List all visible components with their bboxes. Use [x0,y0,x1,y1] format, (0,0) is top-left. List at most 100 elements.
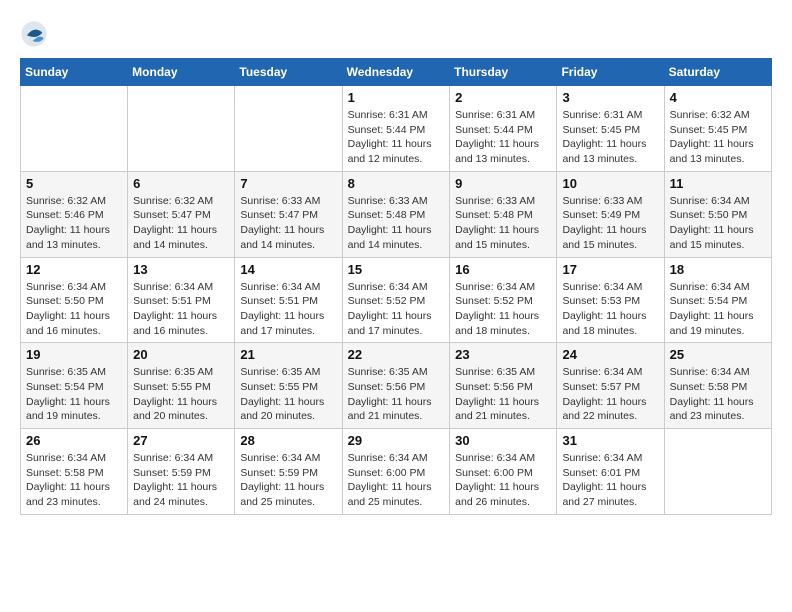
day-info: Sunrise: 6:32 AM Sunset: 5:46 PM Dayligh… [26,194,122,253]
calendar-cell: 19 Sunrise: 6:35 AM Sunset: 5:54 PM Dayli… [21,343,128,429]
calendar-cell: 1Sunrise: 6:31 AM Sunset: 5:44 PM Daylig… [342,86,450,172]
day-number: 4 [670,90,766,105]
calendar-cell: 7 Sunrise: 6:33 AM Sunset: 5:47 PM Daylig… [235,171,342,257]
day-info: Sunrise: 6:34 AM Sunset: 6:00 PM Dayligh… [455,451,551,510]
day-number: 11 [670,176,766,191]
calendar-cell [664,429,771,515]
day-number: 15 [348,262,445,277]
calendar-week-2: 5 Sunrise: 6:32 AM Sunset: 5:46 PM Daylig… [21,171,772,257]
day-info: Sunrise: 6:31 AM Sunset: 5:44 PM Dayligh… [455,108,551,167]
day-info: Sunrise: 6:34 AM Sunset: 5:57 PM Dayligh… [562,365,658,424]
calendar-cell: 30 Sunrise: 6:34 AM Sunset: 6:00 PM Dayli… [450,429,557,515]
day-info: Sunrise: 6:34 AM Sunset: 5:53 PM Dayligh… [562,280,658,339]
logo [20,20,52,48]
day-info: Sunrise: 6:35 AM Sunset: 5:55 PM Dayligh… [240,365,336,424]
day-info: Sunrise: 6:34 AM Sunset: 6:01 PM Dayligh… [562,451,658,510]
day-number: 29 [348,433,445,448]
weekday-header-friday: Friday [557,59,664,86]
day-number: 28 [240,433,336,448]
page-header [20,20,772,48]
day-number: 14 [240,262,336,277]
day-number: 5 [26,176,122,191]
calendar-header-row: SundayMondayTuesdayWednesdayThursdayFrid… [21,59,772,86]
calendar-cell: 8 Sunrise: 6:33 AM Sunset: 5:48 PM Daylig… [342,171,450,257]
weekday-header-monday: Monday [128,59,235,86]
calendar-cell: 27 Sunrise: 6:34 AM Sunset: 5:59 PM Dayli… [128,429,235,515]
day-number: 25 [670,347,766,362]
calendar-cell [235,86,342,172]
calendar-week-4: 19 Sunrise: 6:35 AM Sunset: 5:54 PM Dayli… [21,343,772,429]
calendar-cell: 20Sunrise: 6:35 AM Sunset: 5:55 PM Dayli… [128,343,235,429]
calendar-cell: 6 Sunrise: 6:32 AM Sunset: 5:47 PM Daylig… [128,171,235,257]
day-info: Sunrise: 6:34 AM Sunset: 5:51 PM Dayligh… [240,280,336,339]
weekday-header-tuesday: Tuesday [235,59,342,86]
day-number: 30 [455,433,551,448]
calendar-cell: 9Sunrise: 6:33 AM Sunset: 5:48 PM Daylig… [450,171,557,257]
day-number: 9 [455,176,551,191]
day-info: Sunrise: 6:34 AM Sunset: 5:58 PM Dayligh… [670,365,766,424]
day-number: 6 [133,176,229,191]
day-number: 23 [455,347,551,362]
day-info: Sunrise: 6:34 AM Sunset: 5:59 PM Dayligh… [240,451,336,510]
calendar-cell [128,86,235,172]
day-number: 26 [26,433,122,448]
day-info: Sunrise: 6:35 AM Sunset: 5:56 PM Dayligh… [348,365,445,424]
calendar-cell: 11 Sunrise: 6:34 AM Sunset: 5:50 PM Dayli… [664,171,771,257]
calendar-cell: 26 Sunrise: 6:34 AM Sunset: 5:58 PM Dayli… [21,429,128,515]
day-number: 17 [562,262,658,277]
day-number: 12 [26,262,122,277]
calendar-cell: 13Sunrise: 6:34 AM Sunset: 5:51 PM Dayli… [128,257,235,343]
calendar-cell: 23 Sunrise: 6:35 AM Sunset: 5:56 PM Dayli… [450,343,557,429]
calendar-cell: 22 Sunrise: 6:35 AM Sunset: 5:56 PM Dayli… [342,343,450,429]
calendar-cell: 3 Sunrise: 6:31 AM Sunset: 5:45 PM Daylig… [557,86,664,172]
day-info: Sunrise: 6:33 AM Sunset: 5:48 PM Dayligh… [348,194,445,253]
calendar-cell: 24Sunrise: 6:34 AM Sunset: 5:57 PM Dayli… [557,343,664,429]
weekday-header-saturday: Saturday [664,59,771,86]
day-info: Sunrise: 6:32 AM Sunset: 5:45 PM Dayligh… [670,108,766,167]
day-info: Sunrise: 6:33 AM Sunset: 5:47 PM Dayligh… [240,194,336,253]
day-info: Sunrise: 6:31 AM Sunset: 5:44 PM Dayligh… [348,108,445,167]
day-info: Sunrise: 6:34 AM Sunset: 5:52 PM Dayligh… [455,280,551,339]
calendar-cell: 14 Sunrise: 6:34 AM Sunset: 5:51 PM Dayli… [235,257,342,343]
day-number: 7 [240,176,336,191]
calendar-cell: 28 Sunrise: 6:34 AM Sunset: 5:59 PM Dayli… [235,429,342,515]
day-info: Sunrise: 6:34 AM Sunset: 5:50 PM Dayligh… [26,280,122,339]
day-number: 27 [133,433,229,448]
day-info: Sunrise: 6:34 AM Sunset: 5:59 PM Dayligh… [133,451,229,510]
calendar-cell: 5 Sunrise: 6:32 AM Sunset: 5:46 PM Daylig… [21,171,128,257]
calendar-cell: 18Sunrise: 6:34 AM Sunset: 5:54 PM Dayli… [664,257,771,343]
calendar-cell: 25 Sunrise: 6:34 AM Sunset: 5:58 PM Dayli… [664,343,771,429]
calendar-week-5: 26 Sunrise: 6:34 AM Sunset: 5:58 PM Dayli… [21,429,772,515]
calendar-cell [21,86,128,172]
day-number: 21 [240,347,336,362]
day-number: 2 [455,90,551,105]
day-number: 3 [562,90,658,105]
day-number: 22 [348,347,445,362]
day-info: Sunrise: 6:34 AM Sunset: 6:00 PM Dayligh… [348,451,445,510]
day-info: Sunrise: 6:32 AM Sunset: 5:47 PM Dayligh… [133,194,229,253]
day-info: Sunrise: 6:34 AM Sunset: 5:58 PM Dayligh… [26,451,122,510]
weekday-header-thursday: Thursday [450,59,557,86]
calendar-cell: 29 Sunrise: 6:34 AM Sunset: 6:00 PM Dayli… [342,429,450,515]
day-number: 20 [133,347,229,362]
day-number: 31 [562,433,658,448]
day-info: Sunrise: 6:35 AM Sunset: 5:54 PM Dayligh… [26,365,122,424]
calendar-cell: 10Sunrise: 6:33 AM Sunset: 5:49 PM Dayli… [557,171,664,257]
day-info: Sunrise: 6:34 AM Sunset: 5:52 PM Dayligh… [348,280,445,339]
day-number: 8 [348,176,445,191]
day-number: 10 [562,176,658,191]
day-number: 16 [455,262,551,277]
day-number: 18 [670,262,766,277]
calendar-cell: 16 Sunrise: 6:34 AM Sunset: 5:52 PM Dayli… [450,257,557,343]
calendar-cell: 4 Sunrise: 6:32 AM Sunset: 5:45 PM Daylig… [664,86,771,172]
day-number: 19 [26,347,122,362]
calendar-week-1: 1Sunrise: 6:31 AM Sunset: 5:44 PM Daylig… [21,86,772,172]
day-info: Sunrise: 6:34 AM Sunset: 5:50 PM Dayligh… [670,194,766,253]
day-info: Sunrise: 6:31 AM Sunset: 5:45 PM Dayligh… [562,108,658,167]
calendar-cell: 2 Sunrise: 6:31 AM Sunset: 5:44 PM Daylig… [450,86,557,172]
calendar-week-3: 12 Sunrise: 6:34 AM Sunset: 5:50 PM Dayli… [21,257,772,343]
calendar-table: SundayMondayTuesdayWednesdayThursdayFrid… [20,58,772,515]
day-info: Sunrise: 6:35 AM Sunset: 5:56 PM Dayligh… [455,365,551,424]
calendar-cell: 12 Sunrise: 6:34 AM Sunset: 5:50 PM Dayli… [21,257,128,343]
day-info: Sunrise: 6:34 AM Sunset: 5:51 PM Dayligh… [133,280,229,339]
